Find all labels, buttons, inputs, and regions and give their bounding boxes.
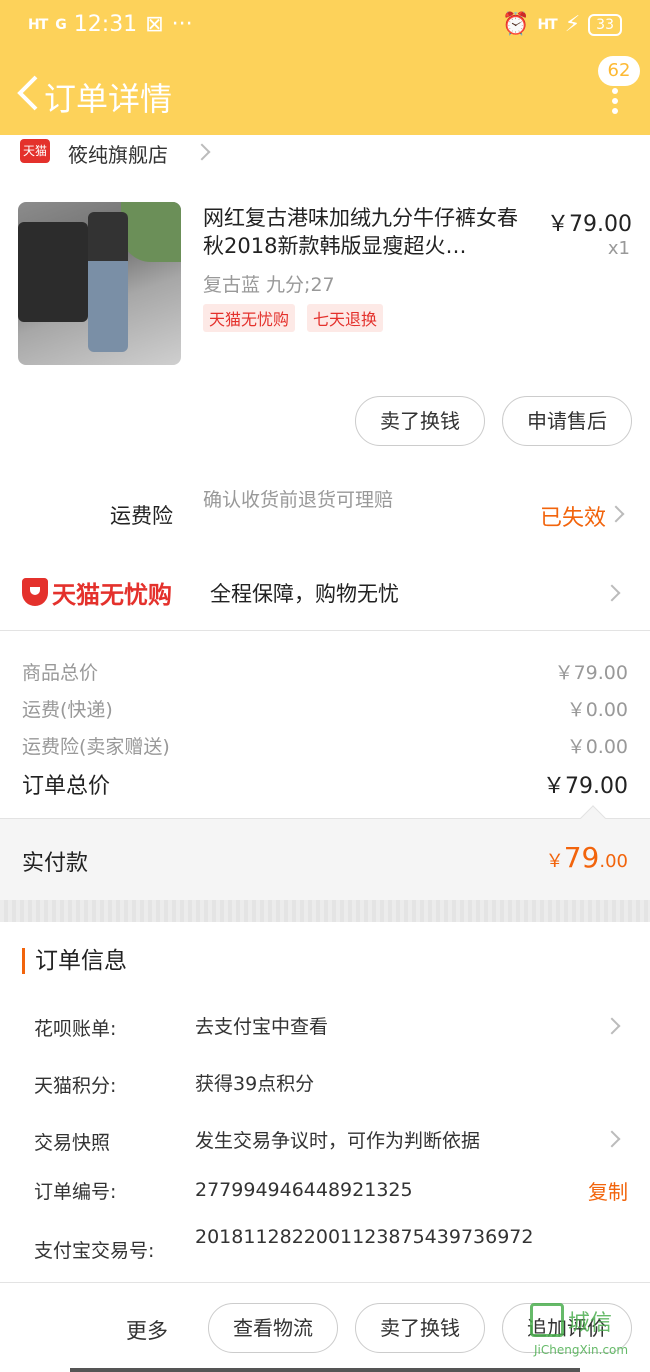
tag-tmall-assured: 天猫无忧购 <box>203 304 296 332</box>
shipping-value: ￥0.00 <box>566 699 628 721</box>
chevron-right-icon <box>193 143 211 161</box>
info-key: 花呗账单: <box>34 1018 117 1040</box>
info-key: 订单编号: <box>34 1181 117 1203</box>
charging-icon: ⚡ <box>564 12 581 37</box>
info-value: 发生交易争议时，可作为判断依据 <box>195 1130 481 1152</box>
product-sku: 复古蓝 九分;27 <box>203 274 335 296</box>
copy-button[interactable]: 复制 <box>588 1176 628 1205</box>
payment-dec: .00 <box>599 851 628 872</box>
info-value: 2018112822001123875439736972 <box>195 1226 534 1248</box>
chevron-right-icon <box>603 1130 621 1148</box>
back-icon[interactable] <box>10 68 46 118</box>
sim-icon: ⊠ <box>145 12 164 37</box>
info-key: 交易快照 <box>34 1132 111 1154</box>
insurance-row: 运费险(卖家赠送) ￥0.00 <box>22 732 628 759</box>
payment-currency: ￥ <box>545 851 564 872</box>
info-value: 获得39点积分 <box>195 1073 315 1095</box>
status-right: ⏰ HT ⚡ 33 <box>502 12 622 37</box>
goods-total-value: ￥79.00 <box>554 662 628 684</box>
chevron-right-icon <box>603 1017 621 1035</box>
watermark-logo <box>530 1303 564 1337</box>
bottom-action-bar: 更多 查看物流 卖了换钱 追加评价 城信 JiChengXin.com <box>0 1282 650 1372</box>
divider <box>0 630 650 631</box>
sell-exchange-button[interactable]: 卖了换钱 <box>355 396 485 446</box>
product-price: ￥79.00 <box>547 212 632 237</box>
message-badge[interactable]: 62 <box>598 56 640 86</box>
more-button[interactable]: 更多 <box>126 1315 168 1345</box>
payment-label: 实付款 <box>22 851 89 876</box>
info-value: 277994946448921325 <box>195 1179 413 1201</box>
watermark-text: 城信 <box>568 1311 613 1336</box>
product-item[interactable]: 网红复古港味加绒九分牛仔裤女春秋2018新款韩版显瘦超火… ￥79.00 x1 … <box>0 190 650 380</box>
insurance-value: ￥0.00 <box>566 736 628 758</box>
price-summary: 商品总价 ￥79.00 运费(快递) ￥0.00 运费险(卖家赠送) ￥0.00… <box>0 640 650 820</box>
payment-row: 实付款 ￥79.00 <box>0 805 650 900</box>
freight-insurance-desc: 确认收货前退货可理赔 <box>203 489 394 511</box>
nav-bar: 订单详情 62 <box>0 56 650 130</box>
alarm-icon: ⏰ <box>502 12 530 37</box>
shop-row[interactable]: 天猫 筱纯旗舰店 <box>0 135 650 175</box>
page-title: 订单详情 <box>44 80 173 118</box>
shield-icon <box>22 578 48 606</box>
payment-amount: ￥79.00 <box>546 841 628 874</box>
order-info-section: 订单信息 花呗账单: 去支付宝中查看 天猫积分: 获得39点积分 交易快照 发生… <box>0 922 650 1282</box>
view-logistics-button[interactable]: 查看物流 <box>208 1303 338 1353</box>
freight-insurance-row[interactable]: 运费险 确认收货前退货可理赔 已失效 <box>0 480 650 550</box>
chevron-right-icon <box>603 584 621 602</box>
more-menu-icon[interactable] <box>610 86 620 116</box>
sell-exchange-bottom-button[interactable]: 卖了换钱 <box>355 1303 485 1353</box>
assurance-row[interactable]: 天猫无忧购 全程保障，购物无忧 <box>0 565 650 625</box>
battery-icon: 33 <box>588 13 622 36</box>
goods-total-row: 商品总价 ￥79.00 <box>22 658 628 685</box>
status-bar: HT G 12:31 ⊠ ··· ⏰ HT ⚡ 33 <box>0 0 650 50</box>
freight-insurance-label: 运费险 <box>110 504 173 528</box>
order-total-value: ￥79.00 <box>543 774 628 799</box>
product-image[interactable] <box>18 202 181 365</box>
order-info-heading: 订单信息 <box>22 948 127 974</box>
shipping-row: 运费(快递) ￥0.00 <box>22 695 628 722</box>
after-sale-button[interactable]: 申请售后 <box>502 396 632 446</box>
assurance-text: 全程保障，购物无忧 <box>210 582 399 606</box>
product-title: 网红复古港味加绒九分牛仔裤女春秋2018新款韩版显瘦超火… <box>203 206 518 258</box>
insurance-label: 运费险(卖家赠送) <box>22 736 170 758</box>
home-indicator <box>70 1368 580 1372</box>
info-key: 天猫积分: <box>34 1075 117 1097</box>
info-key: 支付宝交易号: <box>34 1240 155 1262</box>
signal-icon-3: HT <box>537 16 557 33</box>
order-total-row: 订单总价 ￥79.00 <box>22 768 628 800</box>
watermark: 城信 JiChengXin.com <box>530 1303 642 1363</box>
signal-icon: HT <box>28 16 48 33</box>
order-total-label: 订单总价 <box>22 774 111 799</box>
app-header: HT G 12:31 ⊠ ··· ⏰ HT ⚡ 33 订单详情 62 <box>0 0 650 135</box>
status-left: HT G 12:31 ⊠ ··· <box>28 12 193 37</box>
overflow-icon: ··· <box>171 12 193 37</box>
tag-seven-day-return: 七天退换 <box>307 304 384 332</box>
watermark-sub: JiChengXin.com <box>534 1343 629 1357</box>
product-quantity: x1 <box>607 238 630 259</box>
chevron-right-icon <box>607 505 625 523</box>
info-value: 去支付宝中查看 <box>195 1016 329 1038</box>
status-time: 12:31 <box>73 12 138 37</box>
payment-int: 79 <box>563 841 600 874</box>
tmall-logo: 天猫 <box>20 139 50 163</box>
product-tags: 天猫无忧购 七天退换 <box>203 304 384 332</box>
shipping-label: 运费(快递) <box>22 699 113 721</box>
freight-insurance-status: 已失效 <box>539 506 606 531</box>
goods-total-label: 商品总价 <box>22 662 99 684</box>
assurance-brand: 天猫无忧购 <box>52 581 172 609</box>
signal-icon-2: G <box>55 16 66 33</box>
shop-name: 筱纯旗舰店 <box>68 143 168 167</box>
section-gap <box>0 900 650 922</box>
